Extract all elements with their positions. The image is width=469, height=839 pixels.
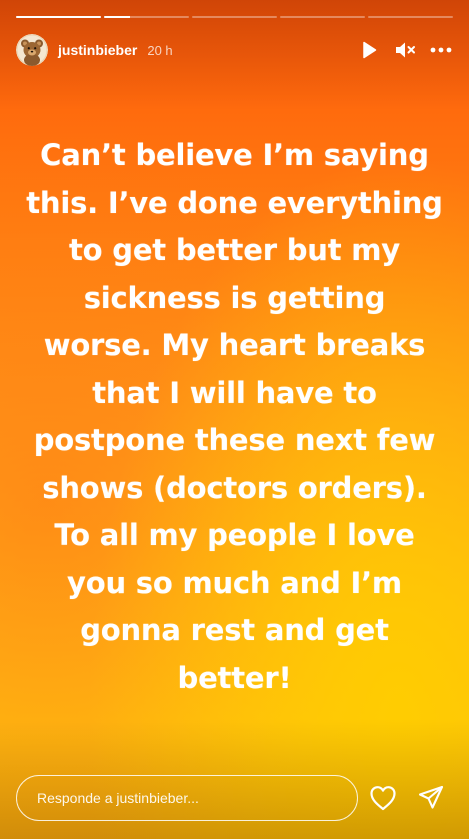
footer-actions [369,784,453,812]
reply-input[interactable] [16,775,358,821]
story-text-line: To all my people I love [54,518,415,552]
story-viewer: justinbieber 20 h Can’t believe I’m sayi… [0,0,469,839]
progress-segment [368,16,453,18]
story-text-line: worse. My heart breaks [43,328,426,362]
story-text-line: gonna rest and get [80,613,389,647]
play-icon [363,41,377,59]
story-text-line: that I will have to [92,375,377,410]
progress-segment [104,16,189,18]
more-icon [430,47,452,53]
story-text-line: sickness is getting [83,280,386,315]
mute-icon [396,42,415,58]
send-icon [418,785,444,809]
progress-segment-fill [104,16,130,18]
story-text-line: postpone these next few [33,423,436,457]
story-text-line: to get better but my [69,233,400,267]
story-footer [16,774,453,822]
progress-segment [192,16,277,18]
story-text-line: you so much and I’m [67,565,402,600]
play-button[interactable] [357,38,381,62]
avatar[interactable] [16,34,48,66]
mute-button[interactable] [393,38,417,62]
timestamp: 20 h [147,42,173,58]
progress-segment-fill [16,16,101,18]
story-progress-bar [16,16,453,18]
story-text-line: better! [177,660,292,695]
story-controls [357,38,453,62]
more-options-button[interactable] [429,38,453,62]
heart-icon [370,786,396,811]
progress-segment [280,16,365,18]
teddy-bear-avatar-icon [16,34,48,66]
like-button[interactable] [369,784,397,812]
share-button[interactable] [417,784,445,812]
story-header: justinbieber 20 h [16,32,453,68]
story-text-line: shows (doctors orders). [42,470,427,505]
story-text-line: Can’t believe I’m saying [40,138,429,172]
story-text-line: this. I’ve done everything [26,185,443,220]
story-text: Can’t believe I’m saying this. I’ve done … [14,132,455,702]
progress-segment [16,16,101,18]
username[interactable]: justinbieber [58,42,137,58]
